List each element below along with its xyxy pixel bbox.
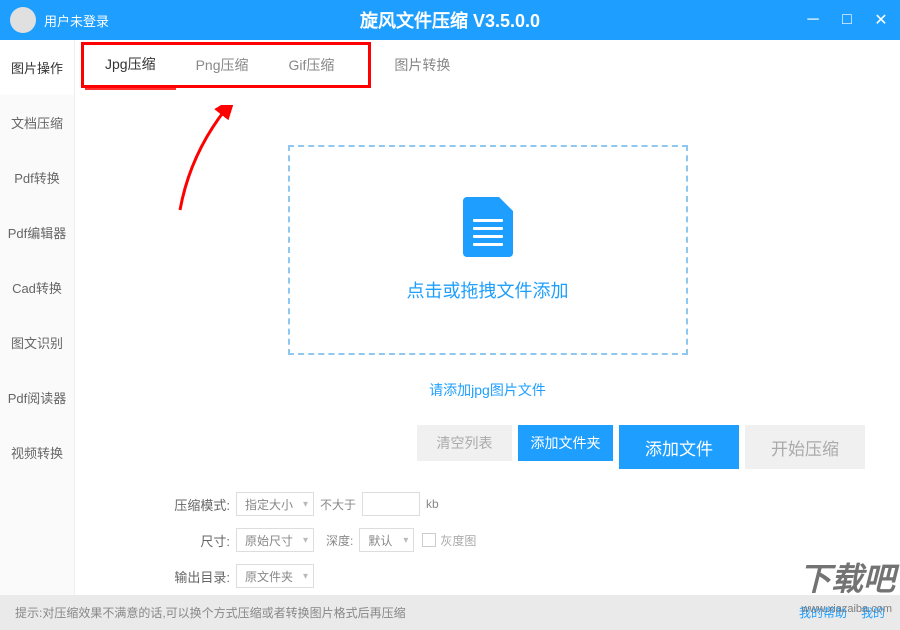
titlebar: 用户未登录 旋风文件压缩 V3.5.0.0 ─ □ ✕ (0, 0, 900, 40)
depth-dropdown[interactable]: 默认 (359, 528, 414, 552)
sidebar-item-pdfedit[interactable]: Pdf编辑器 (0, 205, 74, 260)
size-unit: kb (426, 497, 439, 511)
window-controls: ─ □ ✕ (804, 11, 890, 29)
size-label: 尺寸: (165, 531, 230, 550)
tab-gif[interactable]: Gif压缩 (269, 40, 355, 90)
output-dir-label: 输出目录: (165, 567, 230, 586)
close-button[interactable]: ✕ (872, 11, 890, 29)
size-dropdown[interactable]: 原始尺寸 (236, 528, 314, 552)
watermark-logo: 下载吧 (799, 554, 895, 600)
sidebar-item-pdfconvert[interactable]: Pdf转换 (0, 150, 74, 205)
compress-mode-dropdown[interactable]: 指定大小 (236, 492, 314, 516)
grayscale-checkbox[interactable] (422, 533, 436, 547)
sidebar: 图片操作 文档压缩 Pdf转换 Pdf编辑器 Cad转换 图文识别 Pdf阅读器… (0, 40, 75, 595)
watermark-url: www.xiazaiba.com (802, 603, 892, 615)
footer-tip: 提示:对压缩效果不满意的话,可以换个方式压缩或者转换图片格式后再压缩 (15, 604, 406, 621)
sidebar-item-ocr[interactable]: 图文识别 (0, 315, 74, 370)
add-file-button[interactable]: 添加文件 (619, 425, 739, 469)
tab-jpg[interactable]: Jpg压缩 (85, 40, 176, 90)
tabs: Jpg压缩 Png压缩 Gif压缩 图片转换 (75, 40, 900, 90)
footer: 提示:对压缩效果不满意的话,可以换个方式压缩或者转换图片格式后再压缩 我的帮助 … (0, 595, 900, 630)
help-text: 请添加jpg图片文件 (75, 380, 900, 400)
document-icon (463, 197, 513, 257)
depth-label: 深度: (326, 532, 353, 549)
start-compress-button[interactable]: 开始压缩 (745, 425, 865, 469)
sidebar-item-image[interactable]: 图片操作 (0, 40, 74, 95)
dropzone[interactable]: 点击或拖拽文件添加 (288, 145, 688, 355)
sidebar-item-pdfreader[interactable]: Pdf阅读器 (0, 370, 74, 425)
settings-panel: 压缩模式: 指定大小 不大于 kb 尺寸: 原始尺寸 深度: 默认 灰度图 输出… (75, 469, 900, 589)
sidebar-item-cad[interactable]: Cad转换 (0, 260, 74, 315)
content-area: Jpg压缩 Png压缩 Gif压缩 图片转换 点击或拖拽文件添加 请添加jpg图… (75, 40, 900, 595)
minimize-button[interactable]: ─ (804, 11, 822, 29)
clear-list-button[interactable]: 清空列表 (417, 425, 512, 461)
avatar[interactable] (10, 7, 36, 33)
compress-mode-label: 压缩模式: (165, 495, 230, 514)
action-row: 清空列表 添加文件夹 添加文件 开始压缩 (75, 400, 900, 469)
app-title: 旋风文件压缩 V3.5.0.0 (360, 7, 540, 33)
tab-convert[interactable]: 图片转换 (374, 40, 470, 90)
add-folder-button[interactable]: 添加文件夹 (518, 425, 613, 461)
tab-png[interactable]: Png压缩 (176, 40, 269, 90)
grayscale-label: 灰度图 (440, 532, 476, 549)
login-status[interactable]: 用户未登录 (44, 11, 109, 30)
dropzone-text: 点击或拖拽文件添加 (407, 277, 569, 303)
sidebar-item-video[interactable]: 视频转换 (0, 425, 74, 480)
annotation-arrow (170, 105, 250, 215)
le-label: 不大于 (320, 496, 356, 513)
output-dir-dropdown[interactable]: 原文件夹 (236, 564, 314, 588)
maximize-button[interactable]: □ (838, 11, 856, 29)
size-input[interactable] (362, 492, 420, 516)
sidebar-item-doc[interactable]: 文档压缩 (0, 95, 74, 150)
